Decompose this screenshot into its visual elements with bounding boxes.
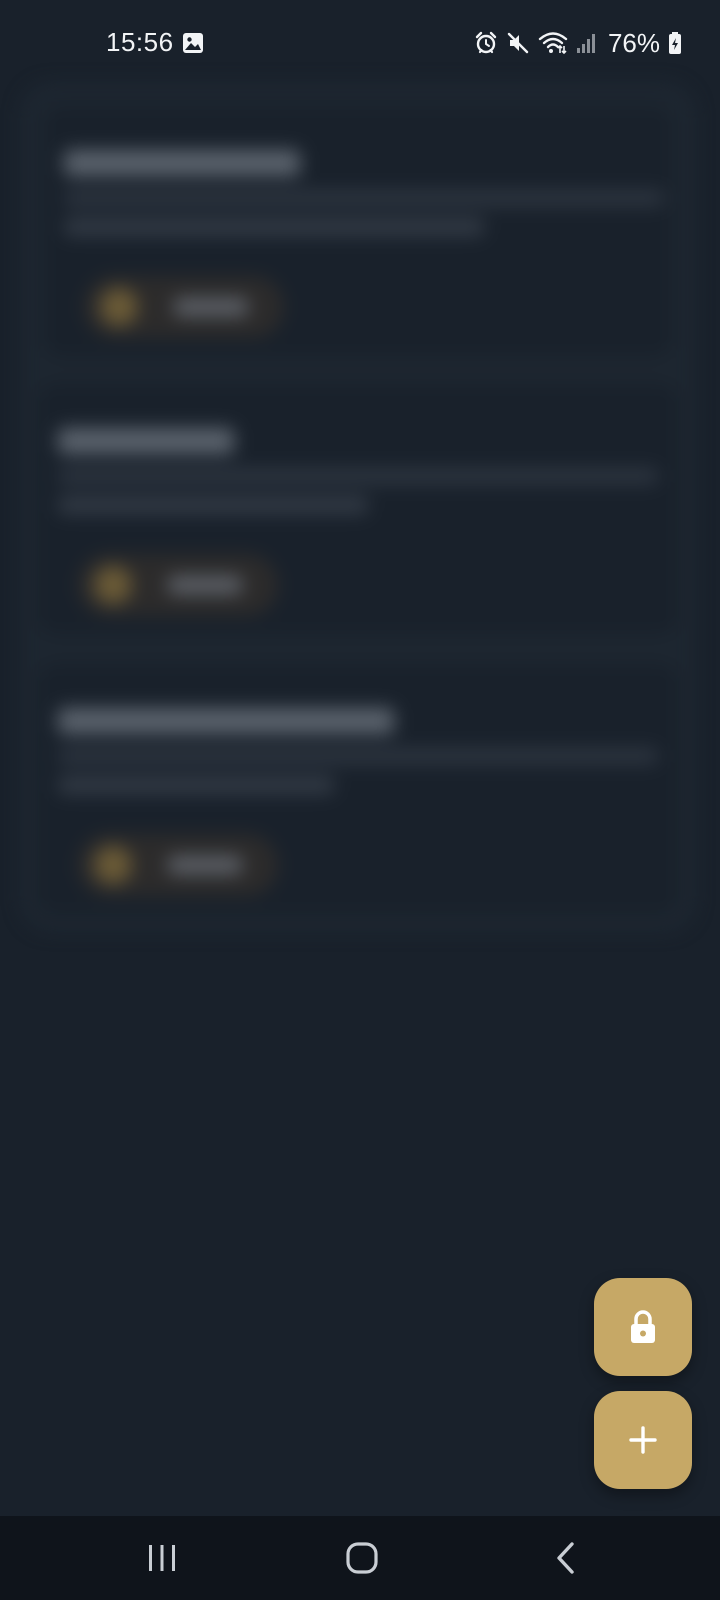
blurred-card xyxy=(38,664,678,914)
alarm-icon xyxy=(475,31,497,54)
recent-apps-button[interactable] xyxy=(102,1516,222,1600)
status-time: 15:56 xyxy=(106,27,174,57)
back-icon xyxy=(557,1542,574,1574)
battery-percent: 76% xyxy=(607,27,660,58)
blurred-card xyxy=(44,106,672,356)
battery-charging-icon xyxy=(669,32,681,54)
wifi-icon xyxy=(538,32,568,55)
lock-button[interactable] xyxy=(594,1278,692,1376)
recent-apps-icon xyxy=(149,1545,175,1571)
app-screen: 15:56 76% xyxy=(0,0,720,1600)
status-bar: 15:56 76% xyxy=(0,0,720,86)
blurred-card-group xyxy=(22,84,694,930)
home-icon xyxy=(346,1542,378,1574)
status-icons: 76% xyxy=(474,28,682,58)
plus-icon xyxy=(629,1426,657,1454)
back-button[interactable] xyxy=(506,1516,626,1600)
signal-icon xyxy=(576,34,595,53)
image-icon xyxy=(183,33,203,53)
lock-icon xyxy=(631,1310,655,1343)
home-button[interactable] xyxy=(302,1516,422,1600)
navigation-bar xyxy=(0,1516,720,1600)
blurred-card xyxy=(38,384,678,634)
add-button[interactable] xyxy=(594,1391,692,1489)
mute-icon xyxy=(507,32,529,54)
